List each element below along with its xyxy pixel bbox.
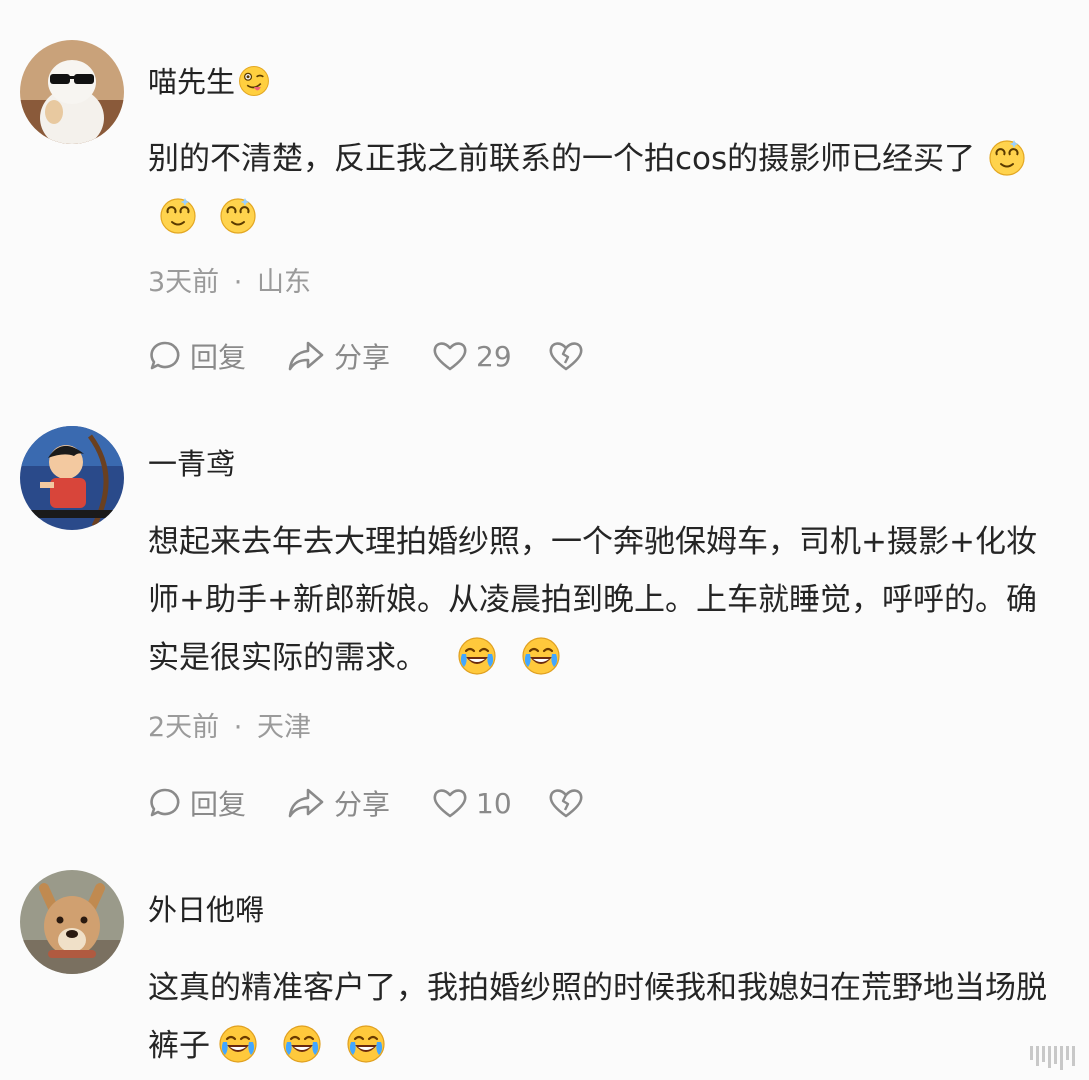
comment-bubble-icon — [150, 341, 180, 370]
avatar[interactable] — [20, 870, 124, 974]
comment-location: 山东 — [256, 267, 311, 298]
share-button[interactable]: 分享 — [286, 336, 390, 376]
comment-text: 别的不清楚，反正我之前联系的一个拍cos的摄影师已经买了 — [148, 130, 1048, 246]
laugh-cry-icon — [457, 636, 497, 676]
dizzy-face-icon — [987, 137, 1027, 177]
like-count: 29 — [476, 339, 512, 373]
reply-label: 回复 — [190, 341, 247, 374]
heart-icon — [433, 342, 467, 371]
comment-text: 这真的精准客户了，我拍婚纱照的时候我和我媳妇在荒野地当场脱裤子 — [148, 959, 1048, 1075]
watermark-bars — [1030, 1046, 1075, 1070]
like-count: 10 — [476, 786, 512, 820]
comment-bubble-icon — [150, 788, 180, 817]
avatar[interactable] — [20, 426, 124, 530]
comment-text: 想起来去年去大理拍婚纱照，一个奔驰保姆车，司机+摄影+化妆师+助手+新郎新娘。从… — [148, 513, 1048, 687]
laugh-cry-icon — [282, 1024, 322, 1064]
username[interactable]: 喵先生 — [148, 62, 271, 102]
laugh-cry-icon — [346, 1024, 386, 1064]
dizzy-face-icon — [218, 195, 258, 235]
like-button[interactable]: 29 — [432, 336, 512, 376]
reply-button[interactable]: 回复 — [148, 783, 246, 823]
dizzy-face-icon — [158, 195, 198, 235]
reply-button[interactable]: 回复 — [148, 336, 246, 376]
meta-separator: · — [233, 712, 243, 743]
share-arrow-icon — [288, 341, 324, 371]
like-button[interactable]: 10 — [432, 783, 512, 823]
comment-text-content: 想起来去年去大理拍婚纱照，一个奔驰保姆车，司机+摄影+化妆师+助手+新郎新娘。从… — [148, 524, 1037, 676]
comment-meta: 3天前 · 山东 — [148, 260, 311, 299]
comment-time: 2天前 — [148, 712, 220, 743]
username[interactable]: 一青鸢 — [148, 444, 235, 484]
comment-actions: 回复 分享 29 — [148, 336, 648, 376]
laugh-cry-icon — [521, 636, 561, 676]
meta-separator: · — [233, 267, 243, 298]
username-text: 喵先生 — [148, 65, 236, 99]
reply-label: 回复 — [190, 788, 247, 821]
share-label: 分享 — [334, 788, 391, 821]
comment-meta: 2天前 · 天津 — [148, 705, 311, 744]
avatar[interactable] — [20, 40, 124, 144]
share-arrow-icon — [288, 788, 324, 818]
comment-text-content: 别的不清楚，反正我之前联系的一个拍cos的摄影师已经买了 — [148, 141, 976, 177]
laugh-cry-icon — [218, 1024, 258, 1064]
broken-heart-icon — [549, 342, 583, 371]
dislike-button[interactable] — [548, 336, 584, 376]
comment-actions: 回复 分享 10 — [148, 783, 648, 823]
dislike-button[interactable] — [548, 783, 584, 823]
username[interactable]: 外日他嘚 — [148, 890, 264, 930]
goofy-face-icon — [237, 64, 271, 98]
heart-icon — [433, 789, 467, 818]
comment-time: 3天前 — [148, 267, 220, 298]
share-label: 分享 — [334, 341, 391, 374]
broken-heart-icon — [549, 789, 583, 818]
share-button[interactable]: 分享 — [286, 783, 390, 823]
comment-location: 天津 — [256, 712, 311, 743]
